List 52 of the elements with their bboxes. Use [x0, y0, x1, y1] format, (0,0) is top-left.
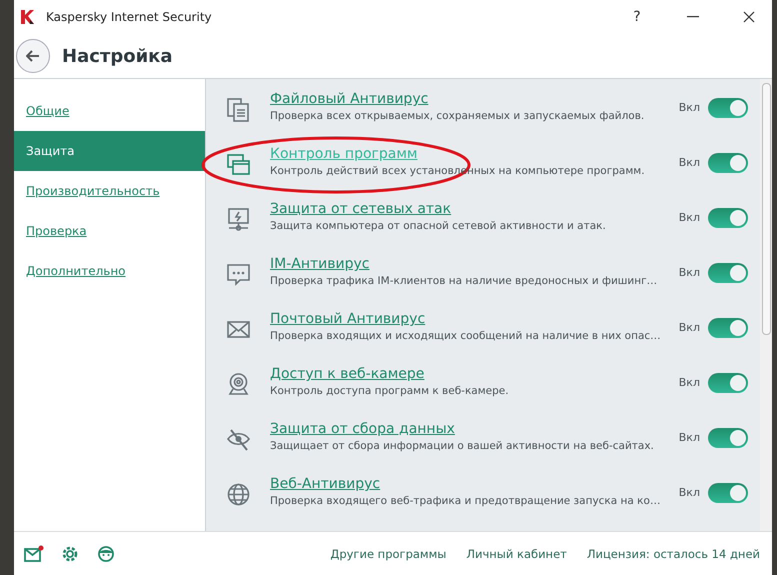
settings-icon[interactable] [61, 544, 79, 562]
sidebar-item[interactable]: Производительность [14, 171, 205, 211]
toggle-label: Вкл [678, 266, 700, 279]
mail-icon[interactable] [24, 544, 44, 562]
component-description: Проверка входящего веб-трафика и предотвращение запуска на ко… [270, 495, 662, 507]
toggle-label: Вкл [678, 486, 700, 499]
component-link[interactable]: Почтовый Антивирус [270, 311, 426, 327]
toggle-switch[interactable] [708, 373, 748, 393]
toggle-label: Вкл [678, 431, 700, 444]
logo-icon [20, 9, 36, 25]
toggle-label: Вкл [678, 101, 700, 114]
toggle-label: Вкл [678, 376, 700, 389]
help-button[interactable]: ? [614, 0, 660, 34]
toggle-switch[interactable] [708, 263, 748, 283]
component-link[interactable]: Защита от сетевых атак [270, 201, 452, 217]
component-description: Защищает от сбора информации о вашей активности на веб-сайтах. [270, 440, 655, 452]
back-arrow-icon [26, 50, 40, 62]
close-icon [743, 11, 755, 23]
component-link[interactable]: Веб-Антивирус [270, 476, 380, 492]
component-description: Проверка трафика IM-клиентов на наличие вредоносных и фишинг… [270, 275, 658, 287]
page-title: Настройка [62, 46, 173, 66]
toggle-label: Вкл [678, 156, 700, 169]
toggle-switch[interactable] [708, 98, 748, 118]
toggle-switch[interactable] [708, 208, 748, 228]
back-button[interactable] [16, 39, 50, 73]
footer-link[interactable]: Лицензия: осталось 14 дней [586, 546, 760, 560]
component-description: Проверка входящих и исходящих сообщений на наличие в них опас… [270, 330, 662, 342]
component-link[interactable]: Защита от сбора данных [270, 421, 455, 437]
sidebar-item[interactable]: Общие [14, 91, 205, 131]
scrollbar[interactable] [760, 79, 772, 531]
support-agent-icon[interactable] [96, 544, 116, 562]
footer-link[interactable]: Личный кабинет [466, 546, 567, 560]
globe-icon [224, 480, 252, 508]
component-description: Защита компьютера от опасной сетевой активности и атак. [270, 220, 607, 232]
documents-icon [224, 96, 252, 122]
toggle-label: Вкл [678, 321, 700, 334]
toggle-switch[interactable] [708, 318, 748, 338]
component-link[interactable]: IM-Антивирус [270, 256, 370, 272]
component-link[interactable]: Файловый Антивирус [270, 91, 428, 107]
toggle-label: Вкл [678, 211, 700, 224]
toggle-switch[interactable] [708, 428, 748, 448]
footer-link[interactable]: Другие программы [330, 546, 446, 560]
sidebar-item[interactable]: Защита [14, 131, 205, 171]
component-link[interactable]: Доступ к веб-камере [270, 366, 424, 382]
sidebar-item[interactable]: Дополнительно [14, 251, 205, 291]
component-description: Контроль доступа программ к веб-камере. [270, 385, 510, 397]
window-title: Kaspersky Internet Security [46, 10, 213, 24]
component-description: Проверка всех открываемых, сохраняемых и запускаемых файлов. [270, 110, 646, 122]
sidebar-item[interactable]: Проверка [14, 211, 205, 251]
minimize-icon [687, 16, 699, 18]
toggle-switch[interactable] [708, 153, 748, 173]
toggle-switch[interactable] [708, 483, 748, 503]
